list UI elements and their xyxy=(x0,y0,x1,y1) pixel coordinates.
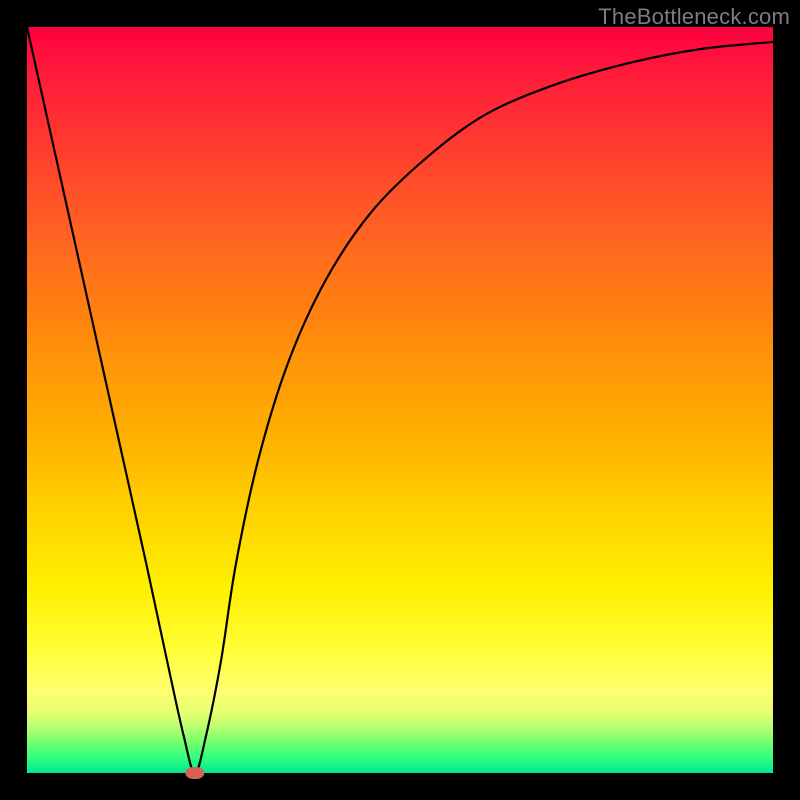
optimal-point-marker xyxy=(185,767,204,779)
chart-frame: TheBottleneck.com xyxy=(0,0,800,800)
plot-area xyxy=(27,27,773,773)
bottleneck-curve xyxy=(27,27,773,773)
curve-svg xyxy=(27,27,773,773)
